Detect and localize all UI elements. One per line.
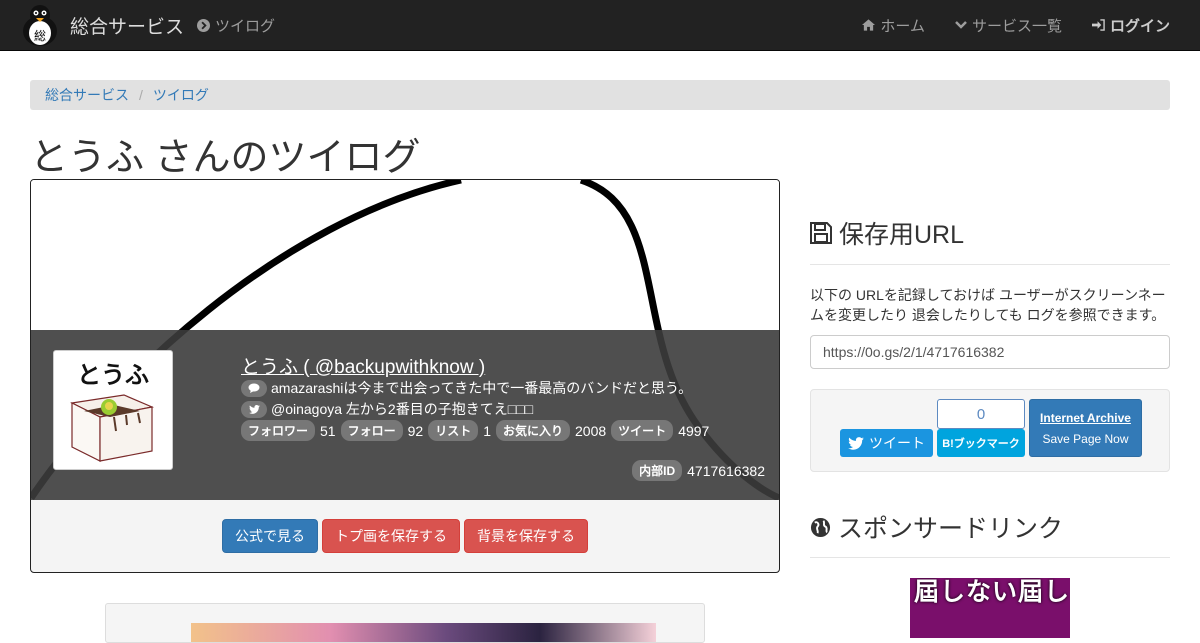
breadcrumb-twilog-link[interactable]: ツイログ xyxy=(153,85,209,105)
sponsor-banner-image[interactable]: 屆しない屆し xyxy=(910,578,1070,638)
page-title: とうふ さんのツイログ xyxy=(30,137,421,179)
hatena-bookmark-button[interactable]: B!ブックマーク xyxy=(937,429,1025,457)
bio-text: amazarashiは今まで出会ってきた中で一番最高のバンドだと思う。 xyxy=(271,380,693,396)
breadcrumb-home-link[interactable]: 総合サービス xyxy=(45,85,129,105)
profile-overlay: とうふ とうふ ( @backupwithknow ) amazarashiは今… xyxy=(31,330,779,500)
floppy-disk-icon xyxy=(810,222,832,244)
internal-id-value: 4717616382 xyxy=(687,462,765,479)
navbar: 総 総合サービス ツイログ ホーム サービス一覧 ログイン xyxy=(0,0,1200,51)
share-well: ツイート 0 B!ブックマーク Internet Archive Save Pa… xyxy=(810,389,1170,472)
tweet-button[interactable]: ツイート xyxy=(840,429,933,457)
profile-name-link[interactable]: とうふ ( @backupwithknow ) xyxy=(241,352,485,379)
sign-in-icon xyxy=(1091,19,1105,31)
twitter-bird-icon xyxy=(848,436,864,450)
profile-actions: 公式で見る トプ画を保存する 背景を保存する xyxy=(31,519,779,553)
breadcrumb: 総合サービス / ツイログ xyxy=(30,80,1170,110)
profile-stats: フォロワー 51 フォロー 92 リスト 1 お気に入り 2008 ツイート 4… xyxy=(241,420,714,441)
lists-badge: リスト xyxy=(428,420,479,441)
internet-archive-subtitle: Save Page Now xyxy=(1042,432,1129,446)
svg-text:総: 総 xyxy=(34,29,46,43)
save-url-input[interactable] xyxy=(810,335,1170,369)
tweets-badge: ツイート xyxy=(611,420,674,441)
ad-banner-image[interactable] xyxy=(191,623,656,642)
globe-icon xyxy=(810,517,831,537)
save-top-image-button[interactable]: トプ画を保存する xyxy=(322,519,460,553)
tweets-count: 4997 xyxy=(678,422,710,439)
brand-link[interactable]: 総 総合サービス xyxy=(20,2,184,48)
breadcrumb-separator: / xyxy=(139,87,143,103)
nav-login-link[interactable]: ログイン xyxy=(1091,15,1170,36)
brand-text: 総合サービス xyxy=(70,16,185,38)
save-url-description: 以下の URLを記録しておけば ユーザーがスクリーンネームを変更したり 退会した… xyxy=(810,287,1166,323)
nav-twilog-link[interactable]: ツイログ xyxy=(197,0,275,50)
penguin-logo-icon: 総 xyxy=(23,5,57,46)
home-icon xyxy=(862,19,876,31)
internal-id-badge: 内部ID xyxy=(632,460,683,481)
save-background-button[interactable]: 背景を保存する xyxy=(464,519,588,553)
divider xyxy=(810,557,1170,558)
latest-tweet-line: @oinagoya 左から2番目の子抱きてえ□□□ xyxy=(241,399,533,419)
save-url-title: 保存用URL xyxy=(839,221,965,249)
following-count: 92 xyxy=(407,422,424,439)
nav-login-label: ログイン xyxy=(1109,17,1170,35)
bio-line: amazarashiは今まで出会ってきた中で一番最高のバンドだと思う。 xyxy=(241,378,692,398)
nav-services-label: サービス一覧 xyxy=(971,17,1062,35)
lists-count: 1 xyxy=(483,422,491,439)
profile-card: とうふ とうふ ( @backupwithknow ) amazarashiは今… xyxy=(30,179,780,573)
favorites-count: 2008 xyxy=(575,422,607,439)
followers-count: 51 xyxy=(320,422,336,439)
latest-tweet-text: @oinagoya 左から2番目の子抱きてえ□□□ xyxy=(271,401,534,417)
following-badge: フォロー xyxy=(340,420,403,441)
view-official-button[interactable]: 公式で見る xyxy=(222,519,318,553)
sponsor-banner-text: 屆しない屆し xyxy=(914,578,1070,606)
nav-home-link[interactable]: ホーム xyxy=(862,15,925,36)
followers-badge: フォロワー xyxy=(241,420,316,441)
nav-right: ホーム サービス一覧 ログイン xyxy=(832,0,1170,50)
avatar-text: とうふ xyxy=(77,361,149,389)
divider xyxy=(810,264,1170,265)
ad-box xyxy=(105,603,705,643)
save-url-heading: 保存用URL xyxy=(810,215,964,251)
chevron-down-icon xyxy=(955,21,967,29)
sponsor-heading: スポンサードリンク xyxy=(810,509,1063,545)
sponsor-title: スポンサードリンク xyxy=(838,515,1064,543)
nav-services-link[interactable]: サービス一覧 xyxy=(955,15,1062,36)
avatar[interactable]: とうふ xyxy=(53,350,173,470)
tweet-button-label: ツイート xyxy=(869,435,925,451)
internal-id: 内部ID 4717616382 xyxy=(632,460,765,481)
hatena-count: 0 xyxy=(937,399,1025,429)
twitter-bird-icon xyxy=(241,400,267,418)
chevron-circle-right-icon xyxy=(197,18,210,32)
favorites-badge: お気に入り xyxy=(496,420,571,441)
nav-twilog-label: ツイログ xyxy=(215,17,276,35)
comment-icon xyxy=(241,379,267,397)
nav-home-label: ホーム xyxy=(880,17,925,35)
tofu-avatar-image: とうふ xyxy=(70,361,155,462)
internet-archive-title: Internet Archive xyxy=(1040,411,1131,425)
internet-archive-button[interactable]: Internet Archive Save Page Now xyxy=(1029,399,1142,457)
